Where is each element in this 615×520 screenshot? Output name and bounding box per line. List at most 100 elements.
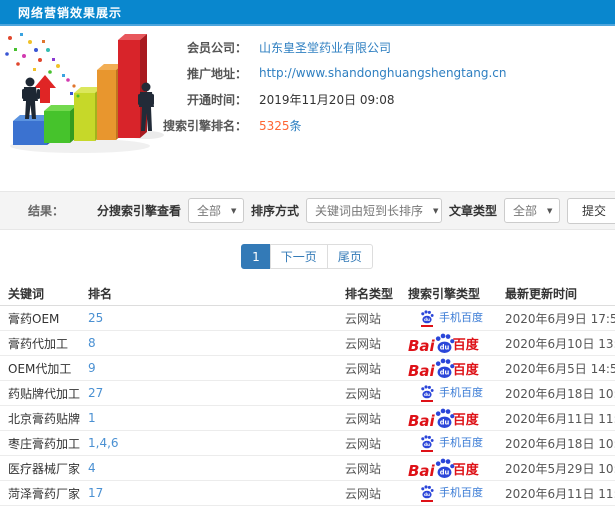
- baidu-paw-icon: du: [435, 358, 455, 378]
- engine-cell: Bai du 百度: [408, 333, 505, 354]
- bar-growth-graphic: [5, 33, 164, 153]
- rank-type-cell: 云网站: [345, 486, 382, 501]
- rank-link[interactable]: 27: [88, 386, 345, 400]
- baidu-red-underline: [421, 325, 433, 327]
- engine-filter-label: 分搜索引擎查看: [96, 204, 181, 218]
- baidu-logo-bai: Bai: [408, 361, 435, 379]
- keyword-cell: OEM代加工: [8, 361, 72, 376]
- baidu-logo: Bai du 百度: [408, 333, 479, 354]
- company-link[interactable]: 山东皇圣堂药业有限公司: [259, 39, 391, 56]
- col-rank: 排名: [88, 286, 113, 301]
- table-row: 医疗器械厂家 4 云网站 Bai du 百度 2020年5月29日 10:32: [0, 456, 615, 481]
- chevron-down-icon: ▼: [547, 206, 553, 215]
- baidu-logo: Bai du 百度: [408, 458, 479, 479]
- svg-text:du: du: [439, 418, 449, 426]
- rank-link[interactable]: 9: [88, 361, 345, 375]
- submit-button[interactable]: 提交: [566, 197, 615, 224]
- rank-link[interactable]: 17: [88, 486, 345, 500]
- table-row: 北京膏药贴牌 1 云网站 Bai du 百度 2020年6月11日 11:18: [0, 406, 615, 431]
- mobile-baidu-label: 手机百度: [439, 311, 483, 324]
- sort-label: 排序方式: [250, 204, 299, 218]
- updated-cell: 2020年6月10日 13:40: [505, 336, 615, 351]
- table-body: 膏药OEM 25 云网站 du 手机百度 2020年6月9日 17:50 膏药代…: [0, 306, 615, 506]
- result-label: 结果：: [28, 204, 65, 218]
- col-updated: 最新更新时间: [505, 286, 578, 301]
- rank-count-unit[interactable]: 条: [290, 119, 302, 133]
- rank-type-cell: 云网站: [345, 436, 382, 451]
- info-row-open-time: 开通时间： 2019年11月20日 09:08: [147, 86, 615, 112]
- rank-type-cell: 云网站: [345, 336, 382, 351]
- svg-text:du: du: [424, 442, 430, 447]
- mobile-baidu-badge: du 手机百度: [408, 434, 483, 452]
- table-row: 药贴牌代加工 27 云网站 du 手机百度 2020年6月18日 10: [0, 381, 615, 406]
- table-row: 膏药代加工 8 云网站 Bai du 百度 2020年6月10日 13:40: [0, 331, 615, 356]
- updated-cell: 2020年6月9日 17:50: [505, 311, 615, 326]
- updated-cell: 2020年6月18日 10:19: [505, 436, 615, 451]
- page-1-button[interactable]: 1: [241, 244, 271, 269]
- baidu-logo-bai: Bai: [408, 461, 435, 479]
- next-page-button[interactable]: 下一页: [269, 244, 328, 269]
- mobile-baidu-badge: du 手机百度: [408, 484, 483, 502]
- col-engine-type: 搜索引擎类型: [408, 286, 481, 301]
- table-row: 菏泽膏药厂家 17 云网站 du 手机百度 2020年6月11日 11: [0, 481, 615, 506]
- table-row: 枣庄膏药加工 1,4,6 云网站 du 手机百度 2020年6月18日 10: [0, 431, 615, 456]
- mobile-baidu-label: 手机百度: [439, 386, 483, 399]
- baidu-logo: Bai du 百度: [408, 358, 479, 379]
- svg-text:du: du: [424, 392, 430, 397]
- member-profile-section: 会员公司： 山东皇圣堂药业有限公司 推广地址： http://www.shand…: [0, 26, 615, 191]
- mobile-baidu-label: 手机百度: [439, 436, 483, 449]
- baidu-paw-icon: du: [420, 385, 434, 402]
- last-page-button[interactable]: 尾页: [326, 244, 373, 269]
- info-row-url: 推广地址： http://www.shandonghuangshengtang.…: [147, 60, 615, 86]
- updated-cell: 2020年6月5日 14:57: [505, 361, 615, 376]
- sort-select[interactable]: 关键词由短到长排序 ▼: [305, 198, 442, 223]
- rank-link[interactable]: 8: [88, 336, 345, 350]
- info-row-company: 会员公司： 山东皇圣堂药业有限公司: [147, 34, 615, 60]
- baidu-paw-icon: du: [435, 408, 455, 428]
- updated-cell: 2020年5月29日 10:32: [505, 461, 615, 476]
- info-row-rank-count: 搜索引擎排名： 5325条: [147, 112, 615, 138]
- updated-cell: 2020年6月18日 10:25: [505, 386, 615, 401]
- sort-value: 关键词由短到长排序: [314, 204, 423, 218]
- table-row: OEM代加工 9 云网站 Bai du 百度 2020年6月5日 14:57: [0, 356, 615, 381]
- pagination: 1 下一页 尾页: [0, 244, 615, 269]
- updated-cell: 2020年6月11日 11:40: [505, 486, 615, 501]
- engine-cell: Bai du 百度: [408, 408, 505, 429]
- rank-count-value: 5325条: [259, 117, 302, 134]
- table-header-row: 关键词 排名 排名类型 搜索引擎类型 最新更新时间: [0, 281, 615, 306]
- rank-count-number: 5325: [259, 118, 290, 133]
- promo-url-link[interactable]: http://www.shandonghuangshengtang.cn: [259, 66, 506, 80]
- baidu-logo-cn: 百度: [452, 463, 479, 479]
- engine-cell: Bai du 百度: [408, 358, 505, 379]
- svg-text:du: du: [439, 343, 449, 351]
- svg-text:du: du: [439, 468, 449, 476]
- engine-cell: Bai du 百度: [408, 458, 505, 479]
- keyword-cell: 枣庄膏药加工: [8, 436, 81, 451]
- rank-type-cell: 云网站: [345, 311, 382, 326]
- baidu-logo-cn: 百度: [452, 363, 479, 379]
- baidu-logo-bai: Bai: [408, 411, 435, 429]
- page-title: 网络营销效果展示: [18, 5, 123, 20]
- baidu-paw-icon: du: [435, 458, 455, 478]
- engine-cell: du 手机百度: [408, 434, 505, 452]
- filter-bar: 结果： 分搜索引擎查看 全部 ▼ 排序方式 关键词由短到长排序 ▼ 文章类型 全…: [0, 191, 615, 230]
- table-row: 膏药OEM 25 云网站 du 手机百度 2020年6月9日 17:50: [0, 306, 615, 331]
- engine-filter-value: 全部: [196, 204, 221, 218]
- col-rank-type: 排名类型: [345, 286, 394, 301]
- filter-controls: 分搜索引擎查看 全部 ▼ 排序方式 关键词由短到长排序 ▼ 文章类型 全部 ▼ …: [96, 197, 615, 224]
- mobile-baidu-badge: du 手机百度: [408, 384, 483, 402]
- rank-link[interactable]: 25: [88, 311, 345, 325]
- rank-type-cell: 云网站: [345, 386, 382, 401]
- article-type-label: 文章类型: [448, 204, 497, 218]
- rank-type-cell: 云网站: [345, 361, 382, 376]
- rank-link[interactable]: 1: [88, 411, 345, 425]
- rank-link[interactable]: 1,4,6: [88, 436, 345, 450]
- article-type-select[interactable]: 全部 ▼: [503, 198, 560, 223]
- mobile-baidu-badge: du 手机百度: [408, 309, 483, 327]
- engine-filter-select[interactable]: 全部 ▼: [187, 198, 244, 223]
- rank-type-cell: 云网站: [345, 411, 382, 426]
- keyword-cell: 药贴牌代加工: [8, 386, 81, 401]
- member-info-list: 会员公司： 山东皇圣堂药业有限公司 推广地址： http://www.shand…: [147, 26, 615, 138]
- growth-chart-illustration: [0, 28, 185, 188]
- rank-link[interactable]: 4: [88, 461, 345, 475]
